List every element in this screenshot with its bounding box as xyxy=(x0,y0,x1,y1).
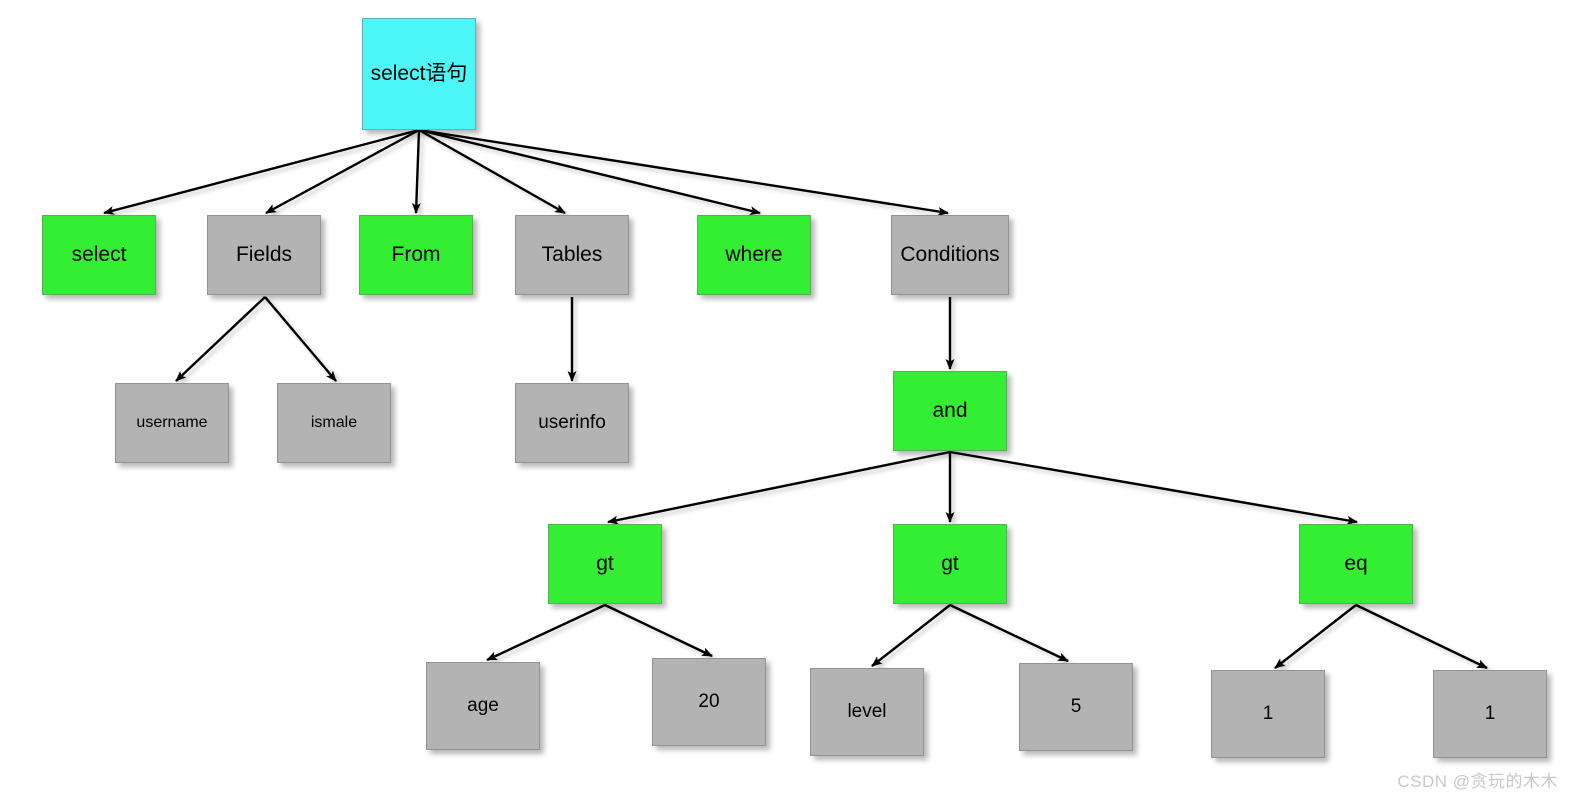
node-label: userinfo xyxy=(538,411,606,433)
node-gt2[interactable]: gt xyxy=(893,524,1007,604)
node-level[interactable]: level xyxy=(810,668,924,756)
node-label: From xyxy=(391,243,441,267)
node-label: select语句 xyxy=(370,62,468,86)
node-label: and xyxy=(932,399,968,423)
edge-fields-to-username xyxy=(175,296,266,382)
node-label: select xyxy=(71,243,127,267)
node-and[interactable]: and xyxy=(893,371,1007,451)
node-five[interactable]: 5 xyxy=(1019,663,1133,751)
edge-root-to-fields xyxy=(265,128,420,215)
node-root[interactable]: select语句 xyxy=(362,18,476,130)
node-label: eq xyxy=(1344,552,1368,576)
node-twenty[interactable]: 20 xyxy=(652,658,766,746)
edge-eq-to-one_left xyxy=(1274,604,1357,669)
edge-gt1-to-twenty xyxy=(604,603,713,658)
node-label: Tables xyxy=(541,243,603,267)
node-fields[interactable]: Fields xyxy=(207,215,321,295)
edge-layer xyxy=(103,128,1488,670)
node-age[interactable]: age xyxy=(426,662,540,750)
node-label: where xyxy=(725,243,783,267)
node-ismale[interactable]: ismale xyxy=(277,383,391,463)
edge-root-to-conditions xyxy=(418,128,949,216)
edge-and-to-eq xyxy=(949,450,1358,525)
edge-root-to-where xyxy=(418,128,761,216)
node-tables[interactable]: Tables xyxy=(515,215,629,295)
node-label: 20 xyxy=(698,690,720,712)
diagram-canvas: select语句 select Fields From Tables where Condi… xyxy=(0,0,1572,800)
node-username[interactable]: username xyxy=(115,383,229,463)
node-label: level xyxy=(847,700,887,722)
node-where[interactable]: where xyxy=(697,215,811,295)
node-label: Fields xyxy=(235,243,293,267)
edge-root-to-from xyxy=(411,129,421,214)
edge-fields-to-ismale xyxy=(264,296,337,382)
edge-and-to-gt1 xyxy=(607,450,951,525)
node-label: Conditions xyxy=(900,243,1000,267)
node-one_right[interactable]: 1 xyxy=(1433,670,1547,758)
edge-eq-to-one_right xyxy=(1355,603,1488,670)
watermark: CSDN @贪玩的木木 xyxy=(1397,772,1558,791)
node-label: 1 xyxy=(1262,702,1274,724)
node-label: gt xyxy=(596,552,614,576)
node-eq[interactable]: eq xyxy=(1299,524,1413,604)
node-label: gt xyxy=(941,552,959,576)
node-gt1[interactable]: gt xyxy=(548,524,662,604)
node-label: ismale xyxy=(310,414,358,432)
node-label: age xyxy=(467,694,499,716)
edge-gt2-to-five xyxy=(949,603,1069,663)
node-label: 1 xyxy=(1484,702,1496,724)
node-from[interactable]: From xyxy=(359,215,473,295)
node-select[interactable]: select xyxy=(42,215,156,295)
edge-gt2-to-level xyxy=(871,604,951,667)
edge-root-to-tables xyxy=(418,128,566,215)
edge-gt1-to-age xyxy=(486,603,606,662)
edge-root-to-select xyxy=(103,128,420,215)
node-conditions[interactable]: Conditions xyxy=(891,215,1009,295)
node-label: username xyxy=(136,414,208,432)
node-one_left[interactable]: 1 xyxy=(1211,670,1325,758)
node-label: 5 xyxy=(1070,695,1082,717)
node-userinfo[interactable]: userinfo xyxy=(515,383,629,463)
